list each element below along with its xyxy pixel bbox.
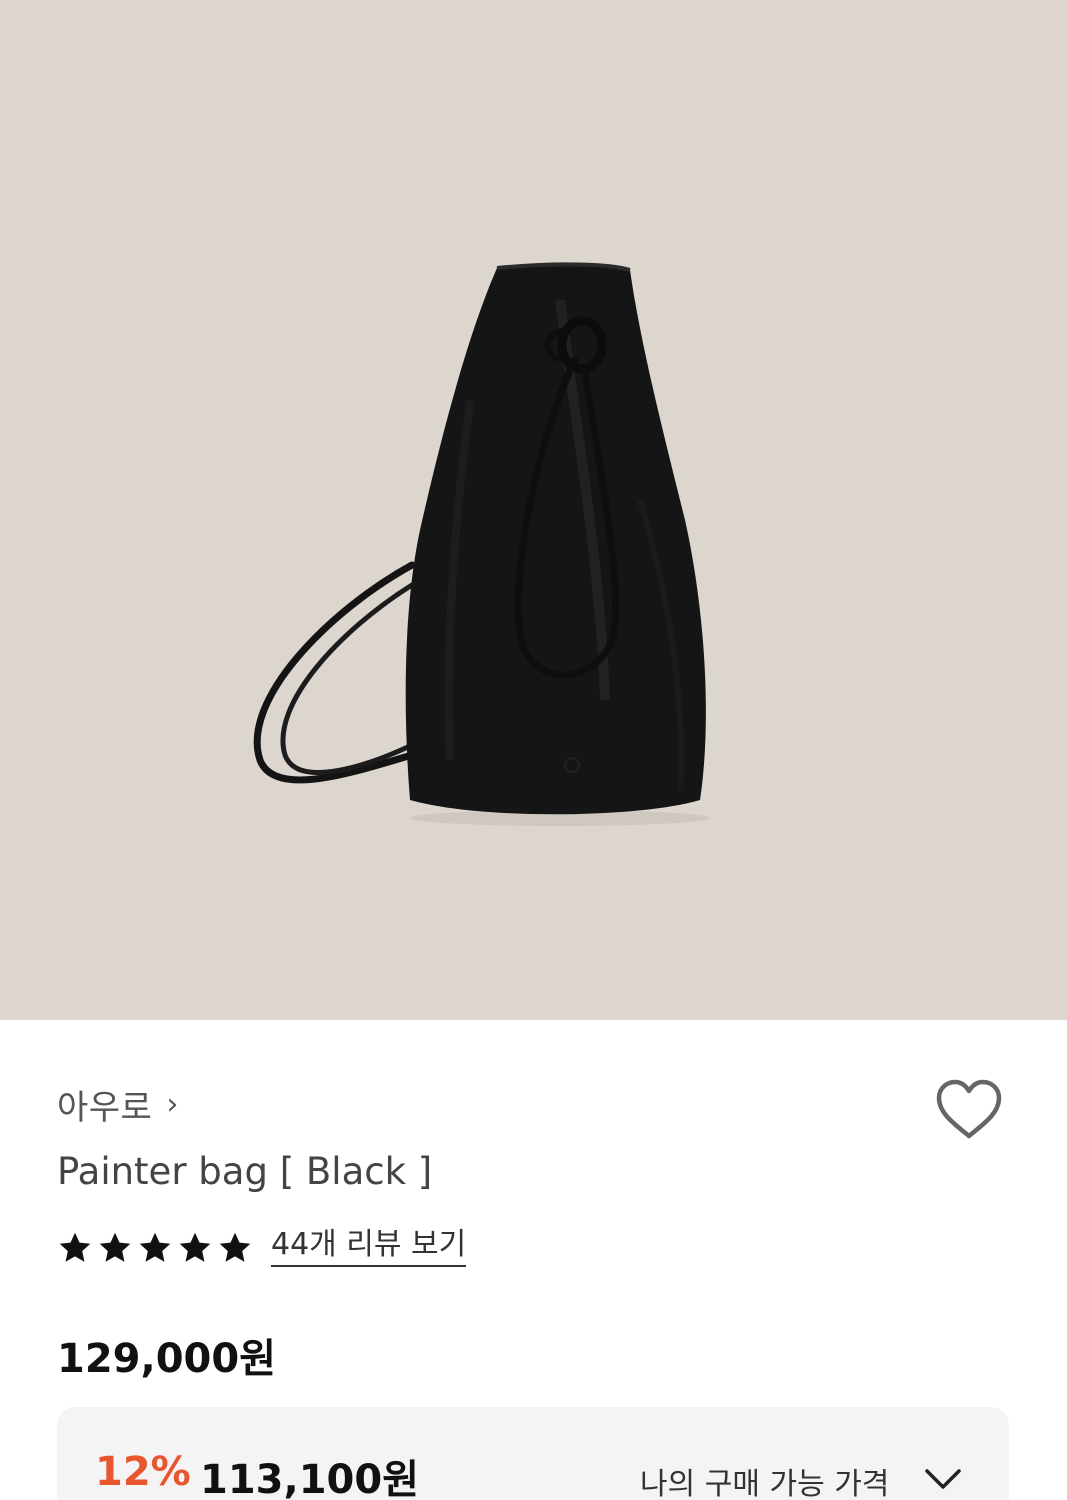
heart-outline-icon bbox=[936, 1079, 1002, 1139]
brand-name: 아우로 bbox=[57, 1088, 153, 1128]
discount-rate: 12% bbox=[95, 1449, 191, 1495]
bucket-bag-illustration bbox=[253, 262, 710, 826]
product-info: 아우로 › Painter bag [ Black ] 44개 리뷰 보기 12… bbox=[0, 1020, 1067, 1500]
discount-price: 113,100원 bbox=[200, 1457, 419, 1500]
buyable-price-label: 나의 구매 가능 가격 bbox=[640, 1467, 890, 1500]
star-filled-icon bbox=[99, 1232, 131, 1262]
star-filled-icon bbox=[59, 1232, 91, 1262]
chevron-down-icon bbox=[925, 1469, 961, 1489]
original-price: 129,000원 bbox=[57, 1336, 276, 1382]
star-filled-icon bbox=[179, 1232, 211, 1262]
brand-link[interactable]: 아우로 › bbox=[57, 1080, 178, 1129]
star-rating bbox=[57, 1230, 253, 1266]
discount-price-box[interactable]: 12% 113,100원 나의 구매 가능 가격 bbox=[57, 1407, 1009, 1500]
chevron-right-icon: › bbox=[166, 1086, 179, 1122]
star-filled-icon bbox=[139, 1232, 171, 1262]
star-filled-icon bbox=[219, 1232, 251, 1262]
rating-row: 44개 리뷰 보기 bbox=[57, 1228, 467, 1267]
wishlist-button[interactable] bbox=[934, 1078, 1004, 1142]
review-link[interactable]: 44개 리뷰 보기 bbox=[271, 1228, 467, 1267]
product-title: Painter bag [ Black ] bbox=[57, 1150, 433, 1193]
product-image[interactable] bbox=[0, 0, 1067, 1020]
